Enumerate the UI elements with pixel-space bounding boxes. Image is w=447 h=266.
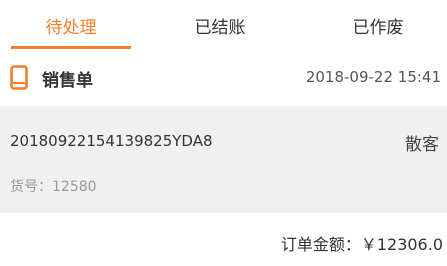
item-number: 货号：12580 (10, 179, 97, 195)
customer-type: 散客 (405, 135, 439, 155)
phone-icon (10, 65, 28, 90)
tab-voided[interactable]: 已作废 (318, 0, 438, 50)
order-header[interactable]: 销售单 2018-09-22 15:41 (0, 50, 447, 106)
order-type-label: 销售单 (42, 71, 93, 91)
order-timestamp: 2018-09-22 15:41 (305, 68, 441, 86)
order-detail[interactable]: 20180922154139825YDA8 散客 货号：12580 (0, 106, 447, 213)
active-tab-indicator (11, 46, 131, 49)
order-total-row: 订单金额：￥12306.0 (0, 213, 447, 266)
tab-settled[interactable]: 已结账 (160, 0, 280, 50)
order-total-amount: 订单金额：￥12306.0 (280, 235, 443, 254)
order-number: 20180922154139825YDA8 (10, 132, 213, 150)
tab-pending[interactable]: 待处理 (11, 0, 131, 50)
order-status-tabs: 待处理 已结账 已作废 (0, 0, 447, 50)
